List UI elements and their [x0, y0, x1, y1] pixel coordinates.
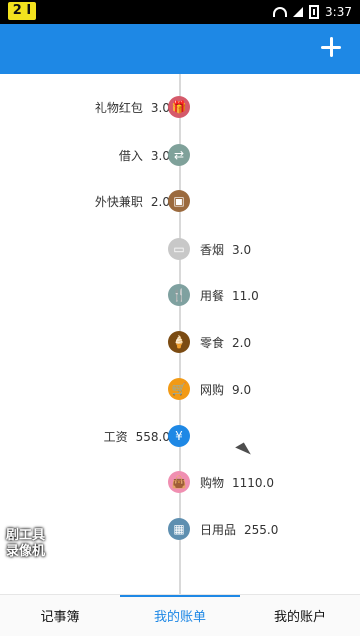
add-button[interactable]: +	[310, 26, 352, 68]
timeline-item-right-text: 购物 1110.0	[200, 474, 274, 491]
timeline-item-left-text: 外快兼职 2.0	[95, 193, 170, 210]
timeline-item-left-text: 工资 558.0	[104, 428, 170, 445]
timeline-item-amount: 11.0	[232, 289, 259, 303]
timeline-item-right-text: 用餐 11.0	[200, 287, 259, 304]
timeline-item-label: 香烟	[200, 243, 225, 257]
timeline-item-expense-daily-items[interactable]: ▦ 日用品 255.0	[0, 514, 360, 544]
timeline-item-amount: 2.0	[232, 336, 252, 350]
timeline-item-right-text: 零食 2.0	[200, 334, 251, 351]
timeline-item-label: 用餐	[200, 289, 225, 303]
timeline-item-expense-online-shopping[interactable]: 🛒 网购 9.0	[0, 374, 360, 404]
clock-text: 3:37	[325, 5, 352, 19]
tab-my-bills[interactable]: 我的账单	[120, 595, 240, 636]
tab-notes[interactable]: 记事簿	[0, 595, 120, 636]
status-icons: 3:37	[273, 4, 352, 20]
signal-icon	[293, 7, 304, 17]
bill-timeline: 礼物红包 3.0 🎁 借入 3.0 ⇄ 外快兼职 2.0 ▣ ▭ 香烟 3.0 🍴 用餐…	[0, 74, 360, 594]
timeline-item-label: 工资	[103, 430, 128, 444]
timeline-item-expense-meal[interactable]: 🍴 用餐 11.0	[0, 280, 360, 310]
tab-my-account-label: 我的账户	[273, 610, 326, 625]
timeline-item-amount: 255.0	[244, 523, 279, 537]
timeline-item-label: 外快兼职	[94, 195, 143, 209]
timeline-item-label: 购物	[200, 476, 225, 490]
shopping-bag-icon: 👜	[168, 471, 190, 493]
timeline-item-income-side-job[interactable]: 外快兼职 2.0 ▣	[0, 186, 360, 216]
status-bar: 2 I 3:37	[0, 0, 360, 24]
timeline-item-income-borrow[interactable]: 借入 3.0 ⇄	[0, 140, 360, 170]
watermark-line-2: 录像机	[6, 544, 46, 559]
timeline-item-right-text: 香烟 3.0	[200, 241, 251, 258]
timeline-item-amount: 3.0	[232, 243, 252, 257]
wifi-icon	[273, 7, 288, 17]
timeline-item-expense-snacks[interactable]: 🍦 零食 2.0	[0, 327, 360, 357]
status-badge: 2 I	[8, 2, 36, 20]
tab-my-account[interactable]: 我的账户	[240, 595, 360, 636]
timeline-item-left-text: 借入 3.0	[119, 147, 170, 164]
timeline-item-label: 日用品	[200, 523, 237, 537]
tab-notes-label: 记事簿	[40, 610, 80, 625]
briefcase-icon: ▣	[168, 190, 190, 212]
timeline-item-right-text: 日用品 255.0	[200, 521, 278, 538]
timeline-item-expense-cigarette[interactable]: ▭ 香烟 3.0	[0, 234, 360, 264]
watermark-line-1: 剧工具	[6, 528, 46, 543]
tab-my-bills-label: 我的账单	[153, 610, 206, 625]
timeline-item-label: 借入	[118, 149, 143, 163]
timeline-item-right-text: 网购 9.0	[200, 381, 251, 398]
timeline-item-income-gift[interactable]: 礼物红包 3.0 🎁	[0, 92, 360, 122]
bottom-tab-bar: 记事簿 我的账单 我的账户	[0, 594, 360, 636]
yen-icon: ¥	[168, 425, 190, 447]
app-bar: +	[0, 24, 360, 74]
icecream-icon: 🍦	[168, 331, 190, 353]
shopping-cart-icon: 🛒	[168, 378, 190, 400]
timeline-item-label: 礼物红包	[94, 101, 143, 115]
timeline-item-amount: 558.0	[135, 430, 170, 444]
gift-icon: 🎁	[168, 96, 190, 118]
timeline-item-label: 网购	[200, 383, 225, 397]
timeline-item-income-salary[interactable]: 工资 558.0 ¥	[0, 421, 360, 451]
cigarette-icon: ▭	[168, 238, 190, 260]
exchange-icon: ⇄	[168, 144, 190, 166]
timeline-item-expense-shopping[interactable]: 👜 购物 1110.0	[0, 467, 360, 497]
utensils-icon: 🍴	[168, 284, 190, 306]
timeline-item-amount: 9.0	[232, 383, 252, 397]
timeline-item-left-text: 礼物红包 3.0	[95, 99, 170, 116]
battery-icon	[309, 5, 320, 19]
timeline-item-label: 零食	[200, 336, 225, 350]
timeline-item-amount: 1110.0	[232, 476, 275, 490]
daily-items-icon: ▦	[168, 518, 190, 540]
watermark: 剧工具 录像机	[6, 528, 45, 560]
